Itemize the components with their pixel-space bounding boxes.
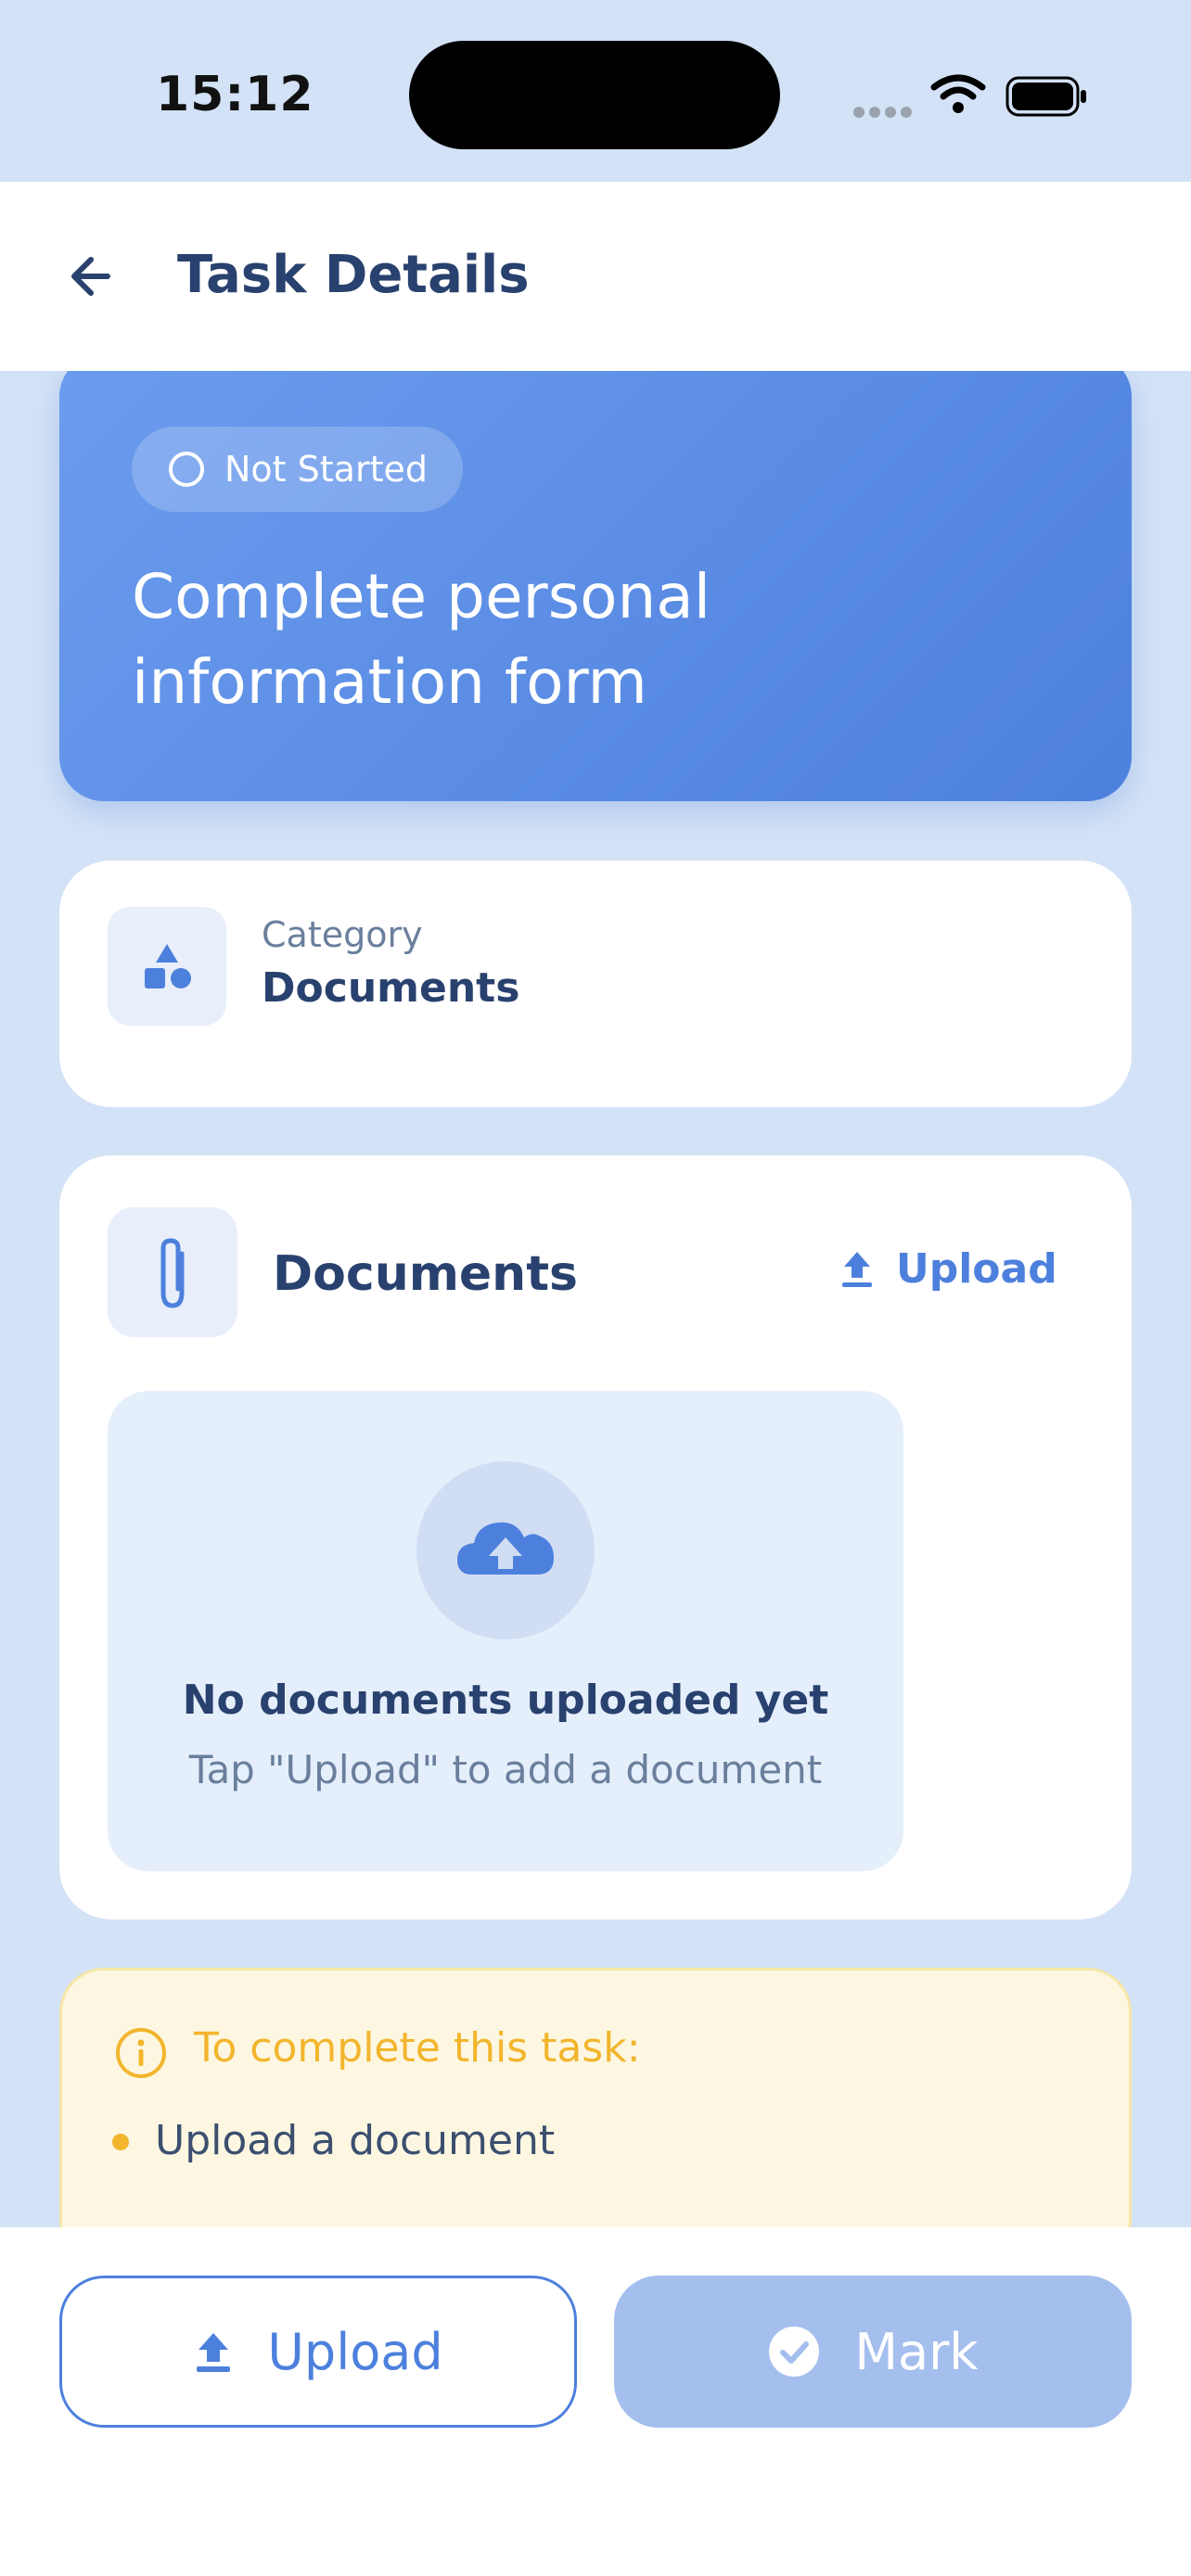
info-icon [116, 2028, 166, 2078]
documents-title: Documents [273, 1246, 579, 1302]
bullet-dot [112, 2134, 129, 2150]
signal-icon [853, 104, 916, 121]
status-badge: Not Started [132, 427, 463, 512]
circle-outline-icon [169, 452, 204, 487]
upload-icon [842, 1252, 872, 1287]
empty-state-subtitle: Tap "Upload" to add a document [188, 1747, 823, 1792]
dynamic-island [409, 41, 780, 149]
wifi-icon [930, 74, 986, 113]
documents-card: Documents Upload No documents uploaded y… [59, 1155, 1132, 1919]
shapes-icon [145, 944, 191, 988]
status-time: 15:12 [156, 67, 314, 122]
category-label: Category [262, 914, 423, 955]
category-card: Category Documents [59, 861, 1132, 1107]
paperclip-icon [160, 1238, 185, 1308]
requirements-title: To complete this task: [194, 2024, 641, 2072]
task-header-card: Not Started Complete personal informatio… [59, 352, 1132, 801]
requirements-card: To complete this task: Upload a document [59, 1968, 1132, 2264]
cloud-upload-icon [457, 1522, 554, 1575]
empty-state-title: No documents uploaded yet [182, 1677, 829, 1724]
upload-icon [197, 2333, 231, 2372]
back-arrow-icon[interactable] [58, 239, 132, 313]
category-value: Documents [262, 964, 520, 1012]
app-bar: Task Details [0, 182, 1191, 371]
bottom-action-bar: Upload Mark [0, 2227, 1191, 2576]
cloud-upload-icon-circle [416, 1461, 595, 1639]
mark-button-label: Mark [854, 2322, 979, 2381]
attachment-icon-box [108, 1207, 237, 1337]
check-circle-icon [769, 2327, 820, 2377]
status-label: Not Started [224, 449, 428, 490]
upload-link-button[interactable]: Upload [820, 1231, 1076, 1306]
category-icon-box [108, 907, 226, 1026]
task-title: Complete personal information form [132, 561, 711, 718]
empty-documents-state: No documents uploaded yet Tap "Upload" t… [108, 1391, 903, 1871]
status-bar: 15:12 [0, 0, 1191, 182]
upload-link-label: Upload [896, 1244, 1057, 1293]
battery-icon [1005, 76, 1086, 117]
mark-complete-button[interactable]: Mark [614, 2276, 1132, 2428]
page-title: Task Details [177, 245, 530, 305]
upload-button-label: Upload [267, 2322, 443, 2381]
requirement-item: Upload a document [155, 2117, 556, 2164]
upload-button[interactable]: Upload [59, 2276, 577, 2428]
